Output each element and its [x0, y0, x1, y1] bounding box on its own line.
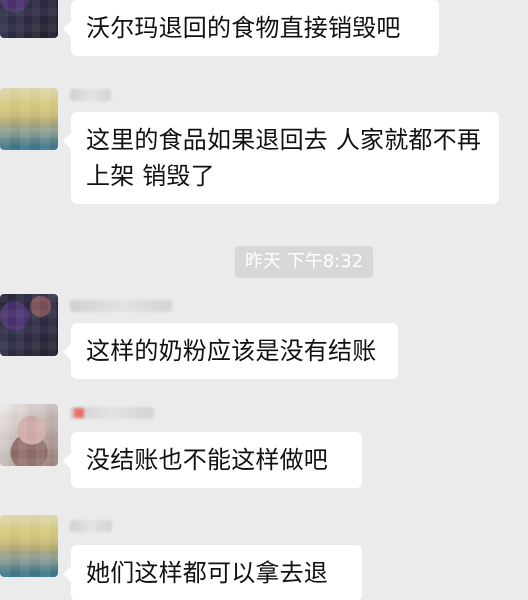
sender-name: [70, 89, 111, 101]
message-bubble[interactable]: 这里的食品如果退回去 人家就都不再上架 销毁了: [63, 112, 499, 204]
sender-name: [70, 407, 154, 419]
avatar[interactable]: [0, 294, 58, 356]
message-bubble[interactable]: 沃尔玛退回的食物直接销毁吧: [63, 0, 439, 56]
message-bubble[interactable]: 没结账也不能这样做吧: [63, 432, 362, 488]
sender-name: [70, 300, 172, 312]
timestamp: 昨天 下午8:32: [235, 246, 374, 278]
chat-window: 沃尔玛退回的食物直接销毁吧 这里的食品如果退回去 人家就都不再上架 销毁了 昨天…: [0, 0, 528, 600]
message-text: 没结账也不能这样做吧: [86, 446, 328, 474]
avatar[interactable]: [0, 88, 58, 150]
message-bubble[interactable]: 这样的奶粉应该是没有结账: [63, 323, 398, 379]
timestamp-text: 昨天 下午8:32: [245, 251, 364, 272]
avatar[interactable]: [0, 515, 58, 577]
message-text: 这样的奶粉应该是没有结账: [86, 337, 377, 365]
avatar[interactable]: [0, 404, 58, 466]
message-bubble[interactable]: 她们这样都可以拿去退: [63, 545, 362, 600]
sender-name: [70, 520, 112, 532]
message-text: 她们这样都可以拿去退: [86, 559, 328, 587]
message-text: 这里的食品如果退回去 人家就都不再上架 销毁了: [86, 126, 482, 190]
avatar[interactable]: [0, 0, 58, 38]
message-text: 沃尔玛退回的食物直接销毁吧: [86, 14, 401, 42]
